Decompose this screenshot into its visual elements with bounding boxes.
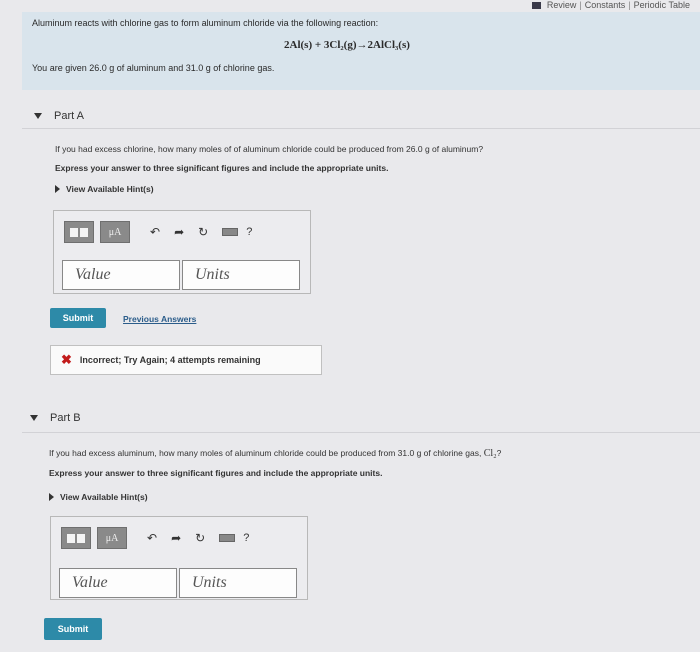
help-icon[interactable]: ? bbox=[243, 532, 249, 544]
expand-arrow-icon bbox=[55, 185, 60, 193]
mu-icon: μA bbox=[108, 226, 122, 238]
link-separator: | bbox=[628, 0, 631, 10]
intro-text: Aluminum reacts with chlorine gas to for… bbox=[32, 18, 379, 28]
units-button[interactable]: μA bbox=[97, 527, 127, 549]
reset-icon[interactable]: ↻ bbox=[195, 531, 205, 545]
hint-label: View Available Hint(s) bbox=[66, 184, 154, 194]
undo-icon[interactable]: ↶ bbox=[150, 225, 160, 239]
mu-icon: μA bbox=[105, 532, 119, 544]
units-input[interactable]: Units bbox=[182, 260, 300, 290]
redo-icon[interactable]: ➦ bbox=[174, 225, 184, 239]
template-icon bbox=[77, 533, 85, 543]
template-icon bbox=[80, 227, 88, 237]
question-end: ? bbox=[496, 448, 502, 458]
collapse-triangle-icon bbox=[30, 415, 38, 421]
divider bbox=[22, 432, 700, 433]
part-a-answer-box: μA ↶ ➦ ↻ ? Value Units bbox=[53, 210, 311, 294]
incorrect-x-icon: ✖ bbox=[61, 352, 72, 367]
redo-icon[interactable]: ➦ bbox=[171, 531, 181, 545]
math-toolbar: μA ↶ ➦ ↻ ? bbox=[61, 527, 249, 549]
feedback-message: ✖ Incorrect; Try Again; 4 attempts remai… bbox=[50, 345, 322, 375]
part-b-hint-toggle[interactable]: View Available Hint(s) bbox=[49, 492, 148, 502]
part-a-header[interactable]: Part A bbox=[34, 110, 84, 122]
units-button[interactable]: μA bbox=[100, 221, 130, 243]
reaction-equation: 2Al(s) + 3Cl₂(g)→2AlCl₃(s) bbox=[284, 39, 410, 51]
book-icon bbox=[531, 1, 541, 9]
part-b-answer-box: μA ↶ ➦ ↻ ? Value Units bbox=[50, 516, 308, 600]
part-b-title: Part B bbox=[50, 412, 81, 424]
template-button[interactable] bbox=[61, 527, 91, 549]
part-a-instructions: Express your answer to three significant… bbox=[55, 163, 389, 173]
chlorine-formula: Cl₂ bbox=[483, 448, 497, 459]
template-icon bbox=[67, 533, 75, 543]
collapse-triangle-icon bbox=[34, 113, 42, 119]
units-input[interactable]: Units bbox=[179, 568, 297, 598]
part-b-header[interactable]: Part B bbox=[30, 412, 81, 424]
divider bbox=[22, 128, 700, 129]
template-icon bbox=[70, 227, 78, 237]
value-input[interactable]: Value bbox=[59, 568, 177, 598]
constants-link[interactable]: Constants bbox=[585, 0, 626, 10]
reset-icon[interactable]: ↻ bbox=[198, 225, 208, 239]
part-b-submit-button[interactable]: Submit bbox=[44, 618, 102, 640]
value-input[interactable]: Value bbox=[62, 260, 180, 290]
keyboard-icon[interactable] bbox=[222, 228, 239, 236]
expand-arrow-icon bbox=[49, 493, 54, 501]
given-text: You are given 26.0 g of aluminum and 31.… bbox=[32, 63, 275, 73]
review-link[interactable]: Review bbox=[547, 0, 577, 10]
resource-links: Review | Constants | Periodic Table bbox=[531, 0, 690, 10]
part-a-question: If you had excess chlorine, how many mol… bbox=[55, 144, 484, 154]
part-b-instructions: Express your answer to three significant… bbox=[49, 468, 383, 478]
previous-answers-link[interactable]: Previous Answers bbox=[123, 314, 196, 324]
question-text: If you had excess aluminum, how many mol… bbox=[49, 448, 482, 458]
help-icon[interactable]: ? bbox=[246, 226, 252, 238]
periodic-table-link[interactable]: Periodic Table bbox=[634, 0, 690, 10]
part-a-hint-toggle[interactable]: View Available Hint(s) bbox=[55, 184, 154, 194]
feedback-text: Incorrect; Try Again; 4 attempts remaini… bbox=[79, 355, 261, 365]
undo-icon[interactable]: ↶ bbox=[147, 531, 157, 545]
part-a-title: Part A bbox=[54, 110, 84, 122]
link-separator: | bbox=[579, 0, 582, 10]
part-b-question: If you had excess aluminum, how many mol… bbox=[49, 448, 501, 459]
math-toolbar: μA ↶ ➦ ↻ ? bbox=[64, 221, 252, 243]
top-bar: Review | Constants | Periodic Table bbox=[0, 0, 700, 12]
keyboard-icon[interactable] bbox=[219, 534, 236, 542]
template-button[interactable] bbox=[64, 221, 94, 243]
problem-intro: Aluminum reacts with chlorine gas to for… bbox=[22, 12, 700, 90]
hint-label: View Available Hint(s) bbox=[60, 492, 148, 502]
part-a-submit-button[interactable]: Submit bbox=[50, 308, 106, 328]
